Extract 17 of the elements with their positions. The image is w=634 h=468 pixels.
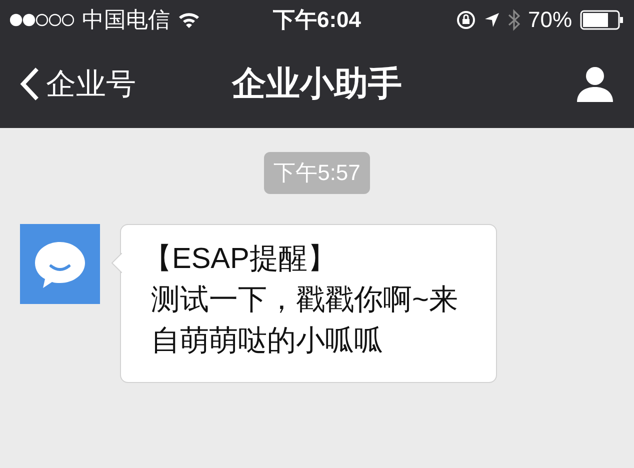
wifi-icon [178, 12, 200, 28]
person-icon[interactable] [576, 66, 614, 102]
battery-icon [580, 10, 624, 30]
message-text: 【ESAP提醒】 [143, 242, 338, 277]
carrier-name: 中国电信 [82, 6, 170, 34]
message-text: 测试一下，戳戳你啊~来自萌萌哒的小呱呱 [150, 283, 459, 359]
location-arrow-icon [484, 12, 500, 28]
chat-title: 企业小助手 [232, 64, 402, 105]
timestamp: 下午5:57 [264, 152, 370, 194]
chevron-left-icon [20, 67, 40, 101]
clock: 下午6:04 [272, 6, 362, 34]
back-button[interactable]: 企业号 [20, 64, 232, 104]
bluetooth-icon [508, 9, 520, 31]
battery-percentage: 70% [528, 7, 572, 33]
chat-bubble-avatar-icon[interactable] [20, 224, 100, 304]
rotation-lock-icon [456, 10, 476, 30]
signal-icon [10, 13, 74, 27]
